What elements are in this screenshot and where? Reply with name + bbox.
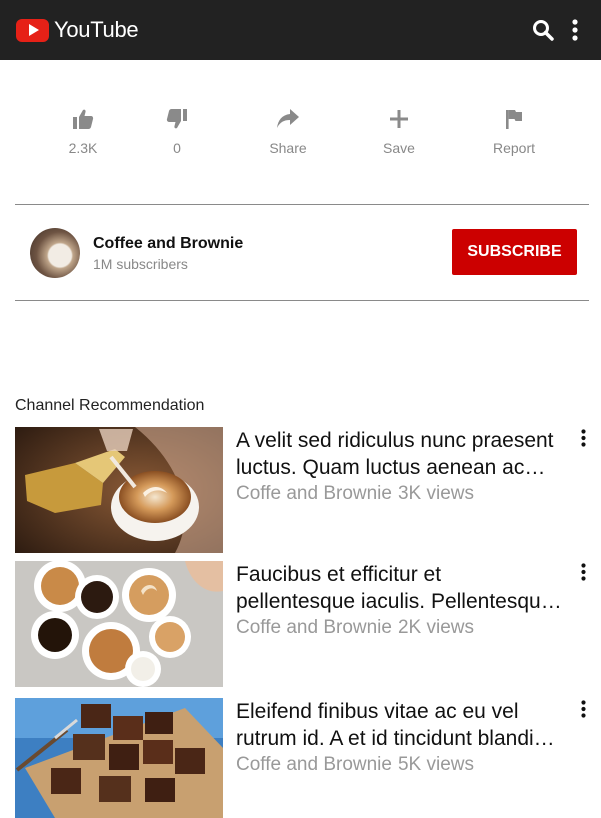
more-vertical-icon[interactable] xyxy=(575,429,591,451)
like-count: 2.3K xyxy=(68,140,98,156)
dislike-count: 0 xyxy=(173,140,181,156)
thumbs-down-icon xyxy=(166,109,187,129)
youtube-logo[interactable]: YouTube xyxy=(16,17,139,43)
video-channel: Coffe and Brownie xyxy=(236,617,392,638)
share-button[interactable]: Share xyxy=(248,108,328,156)
video-title-line2: pellentesque iaculis. Pellentesqu… xyxy=(236,590,562,613)
thumbs-up-icon xyxy=(73,109,94,129)
video-title-line2: rutrum id. A et id tincidunt blandi… xyxy=(236,727,555,750)
video-actions: 2.3K 0 Share Save Report xyxy=(28,108,588,160)
video-channel: Coffe and Brownie xyxy=(236,483,392,504)
share-label: Share xyxy=(269,140,307,156)
video-views: 2K views xyxy=(397,617,475,638)
search-icon[interactable] xyxy=(529,14,557,46)
channel-info: Coffee and Brownie 1M subscribers SUBSCR… xyxy=(15,205,589,300)
video-title[interactable]: Faucibus et efficitur et pellentesque ia… xyxy=(236,561,580,615)
video-title-line1: A velit sed ridiculus nunc praesent xyxy=(236,429,554,452)
top-app-bar: YouTube xyxy=(0,0,601,60)
recommended-video-1[interactable]: A velit sed ridiculus nunc praesent luct… xyxy=(15,427,595,555)
plus-icon xyxy=(390,110,408,128)
like-button[interactable]: 2.3K xyxy=(43,108,123,156)
video-meta: Coffe and Brownie 3K views xyxy=(236,483,474,505)
dislike-button[interactable]: 0 xyxy=(137,108,217,156)
save-label: Save xyxy=(383,140,415,156)
channel-name[interactable]: Coffee and Brownie xyxy=(93,235,243,253)
more-vertical-icon[interactable] xyxy=(575,563,591,585)
flag-icon xyxy=(506,110,522,129)
video-views: 3K views xyxy=(397,483,475,504)
video-title-line1: Faucibus et efficitur et xyxy=(236,563,442,586)
video-views: 5K views xyxy=(397,754,475,775)
report-button[interactable]: Report xyxy=(474,108,554,156)
topbar-actions xyxy=(529,14,589,46)
logo-text: YouTube xyxy=(54,17,139,42)
divider-bottom xyxy=(15,300,589,301)
recommended-video-3[interactable]: Eleifend finibus vitae ac eu vel rutrum … xyxy=(15,698,595,818)
share-icon xyxy=(277,109,299,128)
coffee-cups-table-image[interactable] xyxy=(15,561,223,687)
play-logo-icon xyxy=(16,18,49,42)
latte-art-pour-image[interactable] xyxy=(15,427,223,553)
subscribe-button[interactable]: SUBSCRIBE xyxy=(452,229,577,275)
video-meta: Coffe and Brownie 2K views xyxy=(236,617,474,639)
video-title-line2: luctus. Quam luctus aenean ac… xyxy=(236,456,546,479)
section-title: Channel Recommendation xyxy=(15,397,205,414)
brownies-board-image[interactable] xyxy=(15,698,223,818)
more-vertical-icon[interactable] xyxy=(575,700,591,722)
video-title[interactable]: Eleifend finibus vitae ac eu vel rutrum … xyxy=(236,698,580,752)
video-channel: Coffe and Brownie xyxy=(236,754,392,775)
recommended-video-2[interactable]: Faucibus et efficitur et pellentesque ia… xyxy=(15,561,595,689)
video-title-line1: Eleifend finibus vitae ac eu vel xyxy=(236,700,519,723)
report-label: Report xyxy=(492,140,536,156)
video-title[interactable]: A velit sed ridiculus nunc praesent luct… xyxy=(236,427,580,481)
channel-avatar[interactable] xyxy=(30,228,80,278)
more-vertical-icon[interactable] xyxy=(561,14,589,46)
subscriber-count: 1M subscribers xyxy=(93,256,188,272)
video-meta: Coffe and Brownie 5K views xyxy=(236,754,474,776)
save-button[interactable]: Save xyxy=(359,108,439,156)
